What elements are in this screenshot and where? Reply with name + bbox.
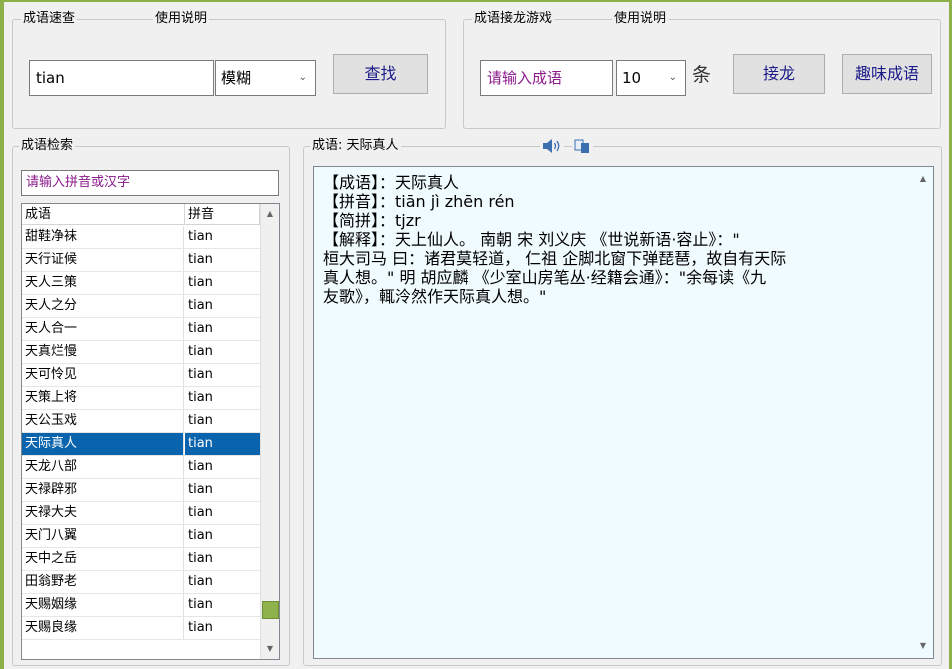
table-row[interactable]: 天禄辟邪 tian — [22, 479, 260, 502]
idiom-cell: 天龙八部 — [22, 456, 184, 478]
column-header-idiom[interactable]: 成语 — [22, 204, 185, 225]
table-row[interactable]: 天公玉戏 tian — [22, 410, 260, 433]
idiom-cell: 天真烂慢 — [22, 341, 184, 363]
idiom-cell: 田翁野老 — [22, 571, 184, 593]
pinyin-cell: tian — [188, 505, 213, 520]
idiom-cell: 天公玉戏 — [22, 410, 184, 432]
idiom-cell: 天中之岳 — [22, 548, 184, 570]
column-header-pinyin[interactable]: 拼音 — [185, 204, 260, 225]
idiom-list-header: 成语 拼音 — [22, 204, 260, 225]
pinyin-cell: tian — [188, 574, 213, 589]
pinyin-cell: tian — [188, 482, 213, 497]
pinyin-cell: tian — [188, 367, 213, 382]
idiom-cell: 天禄辟邪 — [22, 479, 184, 501]
window-frame-top — [0, 0, 952, 2]
scroll-down-icon[interactable]: ▼ — [262, 641, 278, 657]
chain-count-unit: 条 — [692, 64, 712, 86]
copy-icon[interactable] — [572, 139, 593, 159]
scroll-down-icon[interactable]: ▼ — [915, 638, 931, 654]
index-search-input[interactable]: 请输入拼音或汉字 — [21, 170, 279, 196]
idiom-detail-legend: 成语: 天际真人 — [310, 138, 401, 154]
table-row[interactable]: 天际真人 tian — [22, 433, 260, 456]
pinyin-cell: tian — [188, 229, 213, 244]
pinyin-cell: tian — [188, 620, 213, 635]
table-row[interactable]: 天龙八部 tian — [22, 456, 260, 479]
match-mode-select[interactable]: 模糊 ⌄ — [215, 60, 316, 96]
detail-line: 友歌》，輒泠然作天际真人想。" — [323, 287, 547, 306]
chevron-down-icon: ⌄ — [668, 72, 677, 83]
pinyin-cell: tian — [188, 459, 213, 474]
table-row[interactable]: 天赐姻缘 tian — [22, 594, 260, 617]
find-button[interactable]: 查找 — [333, 54, 428, 94]
detail-line: 【简拼】：tjzr — [323, 211, 421, 230]
speaker-icon[interactable] — [540, 139, 564, 158]
detail-line: 【解释】：天上仙人。 南朝 宋 刘义庆 《世说新语·容止》：" — [323, 230, 740, 249]
idiom-list[interactable]: 成语 拼音 甜鞋净袜 tian 天行证候 tian 天人三策 tian 天人之分 tian 天人… — [21, 203, 280, 660]
idiom-cell: 甜鞋净袜 — [22, 226, 184, 248]
table-row[interactable]: 天人三策 tian — [22, 272, 260, 295]
scroll-up-icon[interactable]: ▲ — [262, 206, 278, 222]
match-mode-value: 模糊 — [221, 69, 252, 87]
scrollbar-thumb[interactable] — [262, 601, 279, 620]
table-row[interactable]: 田翁野老 tian — [22, 571, 260, 594]
chain-button[interactable]: 接龙 — [733, 54, 825, 94]
chain-count-value: 10 — [622, 69, 642, 87]
window-frame-left — [0, 0, 4, 669]
quick-lookup-help-link[interactable]: 使用说明 — [153, 11, 210, 27]
pinyin-cell: tian — [188, 275, 213, 290]
idiom-query-input[interactable]: tian — [29, 60, 214, 96]
idiom-detail-text: 【成语】：天际真人 【拼音】：tiān jì zhēn rén 【简拼】：tjzr 【… — [323, 173, 911, 306]
pinyin-cell: tian — [188, 344, 213, 359]
idiom-cell: 天行证候 — [22, 249, 184, 271]
idiom-cell: 天禄大夫 — [22, 502, 184, 524]
chain-idiom-input[interactable]: 请输入成语 — [480, 60, 613, 96]
pinyin-cell: tian — [188, 597, 213, 612]
detail-line: 真人想。" 明 胡应麟 《少室山房笔丛·经籍会通》："余每读《九 — [323, 268, 767, 287]
idiom-cell: 天门八翼 — [22, 525, 184, 547]
idiom-index-legend: 成语检索 — [19, 138, 76, 154]
detail-line: 【拼音】：tiān jì zhēn rén — [323, 192, 515, 211]
chain-count-select[interactable]: 10 ⌄ — [616, 60, 686, 96]
pinyin-cell: tian — [188, 413, 213, 428]
chevron-down-icon: ⌄ — [298, 72, 307, 83]
idiom-cell: 天人之分 — [22, 295, 184, 317]
table-row[interactable]: 天可怜见 tian — [22, 364, 260, 387]
idiom-cell: 天可怜见 — [22, 364, 184, 386]
idiom-chain-game-legend: 成语接龙游戏 — [472, 11, 555, 27]
detail-scrollbar[interactable]: ▲ ▼ — [914, 167, 933, 658]
table-row[interactable]: 天策上将 tian — [22, 387, 260, 410]
table-row[interactable]: 天行证候 tian — [22, 249, 260, 272]
quick-lookup-legend: 成语速查 — [21, 11, 78, 27]
detail-line: 桓大司马 曰：诸君莫轻道， 仁祖 企脚北窗下弹琵琶，故自有天际 — [323, 249, 787, 268]
fun-idioms-button[interactable]: 趣味成语 — [842, 54, 932, 94]
detail-line: 【成语】：天际真人 — [323, 173, 460, 192]
pinyin-cell: tian — [188, 298, 213, 313]
pinyin-cell: tian — [185, 433, 260, 455]
idiom-list-rows: 甜鞋净袜 tian 天行证候 tian 天人三策 tian 天人之分 tian 天人合一 tian… — [22, 226, 260, 640]
idiom-detail-textarea[interactable]: 【成语】：天际真人 【拼音】：tiān jì zhēn rén 【简拼】：tjzr 【… — [313, 166, 934, 659]
pinyin-cell: tian — [188, 321, 213, 336]
table-row[interactable]: 天禄大夫 tian — [22, 502, 260, 525]
idiom-cell: 天赐良缘 — [22, 617, 184, 639]
pinyin-cell: tian — [188, 390, 213, 405]
pinyin-cell: tian — [188, 252, 213, 267]
table-row[interactable]: 天赐良缘 tian — [22, 617, 260, 640]
table-row[interactable]: 天人合一 tian — [22, 318, 260, 341]
idiom-chain-help-link[interactable]: 使用说明 — [612, 11, 669, 27]
scroll-up-icon[interactable]: ▲ — [915, 171, 931, 187]
table-row[interactable]: 天真烂慢 tian — [22, 341, 260, 364]
table-row[interactable]: 天人之分 tian — [22, 295, 260, 318]
idiom-cell: 天策上将 — [22, 387, 184, 409]
idiom-cell: 天人合一 — [22, 318, 184, 340]
table-row[interactable]: 天门八翼 tian — [22, 525, 260, 548]
table-row[interactable]: 天中之岳 tian — [22, 548, 260, 571]
pinyin-cell: tian — [188, 551, 213, 566]
idiom-cell: 天人三策 — [22, 272, 184, 294]
idiom-cell: 天际真人 — [22, 433, 184, 455]
idiom-list-scrollbar[interactable]: ▲ ▼ — [260, 204, 279, 659]
table-row[interactable]: 甜鞋净袜 tian — [22, 226, 260, 249]
pinyin-cell: tian — [188, 528, 213, 543]
idiom-cell: 天赐姻缘 — [22, 594, 184, 616]
